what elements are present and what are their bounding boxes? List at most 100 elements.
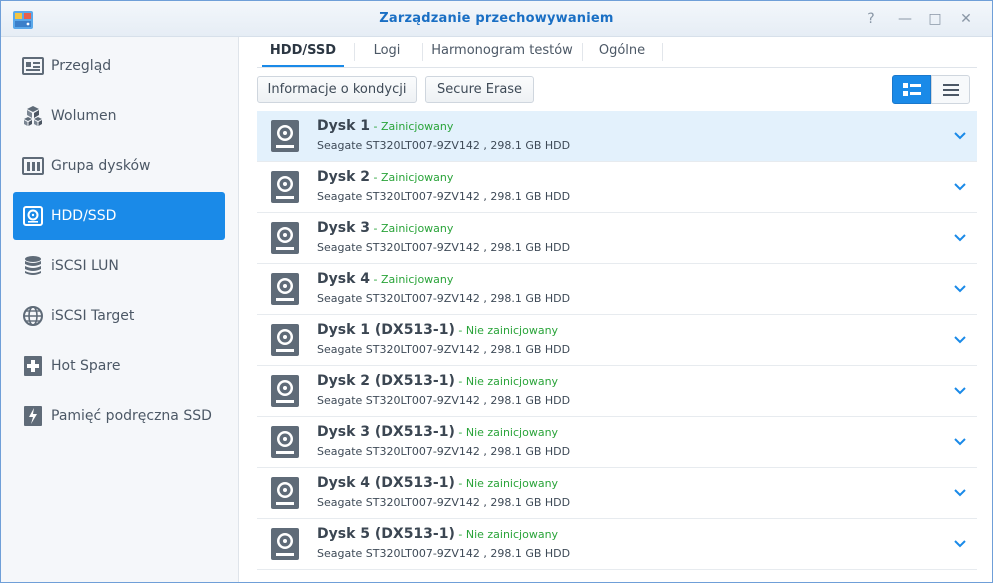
disk-description: Seagate ST320LT007-9ZV142 , 298.1 GB HDD [317, 241, 571, 254]
sidebar-item-label: Pamięć podręczna SSD [51, 408, 212, 424]
list-view-button[interactable] [931, 75, 970, 104]
status-dash: - [454, 375, 466, 388]
sidebar-item-label: Grupa dysków [51, 158, 151, 174]
database-icon [22, 255, 44, 277]
status-dash: - [454, 477, 466, 490]
disk-title: Dysk 5 (DX513-1) [317, 526, 455, 542]
disk-title: Dysk 2 (DX513-1) [317, 373, 455, 389]
sidebar-item-ssd-cache[interactable]: Pamięć podręczna SSD [13, 392, 225, 440]
tab-logs[interactable]: Logi [361, 41, 413, 67]
tab-hdd-ssd[interactable]: HDD/SSD [262, 41, 344, 67]
disk-title: Dysk 3 (DX513-1) [317, 424, 455, 440]
disk-row[interactable]: Dysk 1 - Zainicjowany Seagate ST320LT007-… [257, 111, 977, 162]
tab-test-schedule[interactable]: Harmonogram testów [427, 41, 577, 67]
disk-row[interactable]: Dysk 4 (DX513-1) - Nie zainicjowany Seaga… [257, 468, 977, 519]
chevron-down-icon[interactable] [953, 333, 967, 347]
sidebar-item-hot-spare[interactable]: Hot Spare [13, 342, 225, 390]
maximize-button[interactable]: □ [926, 10, 944, 28]
sidebar-item-label: iSCSI Target [51, 308, 135, 324]
health-info-button[interactable]: Informacje o kondycji [257, 76, 417, 103]
sidebar-item-disk-group[interactable]: Grupa dysków [13, 142, 225, 190]
sidebar-item-label: iSCSI LUN [51, 258, 119, 274]
close-button[interactable]: ✕ [957, 10, 975, 28]
disk-row[interactable]: Dysk 2 (DX513-1) - Nie zainicjowany Seaga… [257, 366, 977, 417]
disk-row[interactable]: Dysk 2 - Zainicjowany Seagate ST320LT007-… [257, 162, 977, 213]
disk-name: Dysk 1 - Zainicjowany [317, 118, 453, 134]
sidebar-item-volume[interactable]: Wolumen [13, 92, 225, 140]
disk-row[interactable]: Dysk 1 (DX513-1) - Nie zainicjowany Seaga… [257, 315, 977, 366]
disk-name: Dysk 2 (DX513-1) - Nie zainicjowany [317, 373, 558, 389]
sidebar-item-hdd-ssd[interactable]: HDD/SSD [13, 192, 225, 240]
sidebar-item-iscsi-target[interactable]: iSCSI Target [13, 292, 225, 340]
tab-separator [582, 43, 583, 61]
status-dash: - [370, 120, 381, 133]
sidebar-item-label: Hot Spare [51, 358, 121, 374]
sidebar-item-overview[interactable]: Przegląd [13, 42, 225, 90]
disk-row[interactable]: Dysk 5 (DX513-1) - Nie zainicjowany Seaga… [257, 519, 977, 570]
disk-title: Dysk 3 [317, 220, 371, 236]
ssd-cache-icon [22, 405, 44, 427]
disk-status: - Zainicjowany [370, 120, 454, 133]
disk-status: - Nie zainicjowany [455, 324, 558, 337]
window-title: Zarządzanie przechowywaniem [379, 11, 614, 26]
status-text: Zainicjowany [380, 120, 454, 133]
chevron-down-icon[interactable] [953, 129, 967, 143]
plus-disk-icon [22, 355, 44, 377]
hdd-icon [22, 205, 44, 227]
disk-title: Dysk 4 [317, 271, 371, 287]
tab-bar: HDD/SSD Logi Harmonogram testów Ogólne [257, 37, 977, 68]
sidebar-item-label: HDD/SSD [51, 208, 117, 224]
title-bar[interactable]: Zarządzanie przechowywaniem ? — □ ✕ [1, 1, 992, 37]
hdd-drive-icon [271, 528, 299, 560]
disk-row[interactable]: Dysk 3 - Zainicjowany Seagate ST320LT007-… [257, 213, 977, 264]
minimize-button[interactable]: — [896, 10, 914, 28]
status-text: Nie zainicjowany [465, 426, 559, 439]
disk-name: Dysk 5 (DX513-1) - Nie zainicjowany [317, 526, 558, 542]
chevron-down-icon[interactable] [953, 231, 967, 245]
status-dash: - [454, 324, 466, 337]
secure-erase-button[interactable]: Secure Erase [425, 76, 534, 103]
disk-description: Seagate ST320LT007-9ZV142 , 298.1 GB HDD [317, 343, 571, 356]
chevron-down-icon[interactable] [953, 537, 967, 551]
chevron-down-icon[interactable] [953, 486, 967, 500]
tab-general[interactable]: Ogólne [588, 41, 656, 67]
status-text: Nie zainicjowany [465, 375, 559, 388]
tab-separator [662, 43, 663, 61]
disk-row[interactable]: Dysk 4 - Zainicjowany Seagate ST320LT007-… [257, 264, 977, 315]
disk-status: - Zainicjowany [370, 171, 454, 184]
disk-description: Seagate ST320LT007-9ZV142 , 298.1 GB HDD [317, 445, 571, 458]
status-dash: - [370, 273, 381, 286]
status-text: Nie zainicjowany [465, 477, 559, 490]
disk-title: Dysk 1 (DX513-1) [317, 322, 455, 338]
main-content: HDD/SSD Logi Harmonogram testów Ogólne I… [243, 37, 992, 582]
hdd-drive-icon [271, 222, 299, 254]
disk-description: Seagate ST320LT007-9ZV142 , 298.1 GB HDD [317, 190, 571, 203]
list-lines-icon [942, 83, 959, 96]
disk-name: Dysk 4 - Zainicjowany [317, 271, 453, 287]
hdd-drive-icon [271, 171, 299, 203]
detail-view-button[interactable] [892, 75, 931, 104]
storage-manager-window: Zarządzanie przechowywaniem ? — □ ✕ Prze… [0, 0, 993, 583]
chevron-down-icon[interactable] [953, 384, 967, 398]
status-text: Zainicjowany [380, 222, 454, 235]
sidebar-item-label: Przegląd [51, 58, 112, 74]
disk-status: - Nie zainicjowany [455, 375, 558, 388]
help-button[interactable]: ? [862, 10, 880, 28]
disk-title: Dysk 1 [317, 118, 371, 134]
status-dash: - [454, 528, 466, 541]
chevron-down-icon[interactable] [953, 282, 967, 296]
disk-row[interactable]: Dysk 3 (DX513-1) - Nie zainicjowany Seaga… [257, 417, 977, 468]
detail-list-icon [902, 82, 921, 96]
disk-group-icon [22, 155, 44, 177]
overview-icon [22, 55, 44, 77]
disk-name: Dysk 3 - Zainicjowany [317, 220, 453, 236]
hdd-drive-icon [271, 324, 299, 356]
disk-description: Seagate ST320LT007-9ZV142 , 298.1 GB HDD [317, 139, 571, 152]
disk-status: - Nie zainicjowany [455, 426, 558, 439]
sidebar-item-iscsi-lun[interactable]: iSCSI LUN [13, 242, 225, 290]
chevron-down-icon[interactable] [953, 180, 967, 194]
chevron-down-icon[interactable] [953, 435, 967, 449]
status-text: Zainicjowany [380, 171, 454, 184]
hdd-drive-icon [271, 120, 299, 152]
disk-description: Seagate ST320LT007-9ZV142 , 298.1 GB HDD [317, 547, 571, 560]
